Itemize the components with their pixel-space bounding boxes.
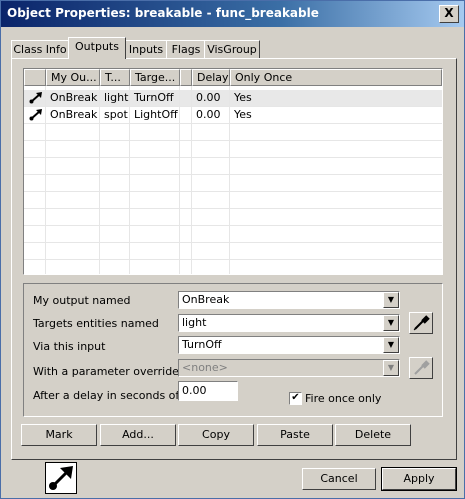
tab-flags[interactable]: Flags	[166, 40, 206, 58]
chevron-down-icon: ▼	[383, 360, 399, 376]
list-row[interactable]: OnBreak light TurnOff 0.00 Yes	[24, 90, 442, 106]
row-delay: 0.00	[196, 108, 221, 121]
targets-label: Targets entities named	[33, 317, 159, 330]
output-combo[interactable]: OnBreak ▼	[178, 291, 400, 309]
input-value: TurnOff	[182, 338, 222, 351]
tab-class-info[interactable]: Class Info	[11, 40, 69, 58]
parameter-value: <none>	[182, 361, 228, 374]
parameter-combo: <none> ▼	[178, 359, 400, 377]
output-label: My output named	[33, 294, 131, 307]
chevron-down-icon[interactable]: ▼	[383, 315, 399, 331]
row-only-once: Yes	[234, 108, 252, 121]
output-arrow-icon	[29, 92, 42, 104]
targets-combo[interactable]: light ▼	[178, 314, 400, 332]
delete-button[interactable]: Delete	[335, 424, 411, 446]
add-button[interactable]: Add...	[100, 424, 176, 446]
grid-line	[229, 86, 230, 274]
paste-button[interactable]: Paste	[257, 424, 333, 446]
column-target-input[interactable]: Targe...	[130, 69, 180, 86]
grid-line	[24, 174, 442, 175]
copy-button[interactable]: Copy	[178, 424, 254, 446]
object-properties-window: Object Properties: breakable - func_brea…	[0, 0, 465, 499]
grid-line	[24, 208, 442, 209]
targets-value: light	[182, 316, 207, 329]
column-my-output[interactable]: My Ou...	[46, 69, 100, 86]
grid-line	[179, 86, 180, 274]
grid-line	[24, 242, 442, 243]
row-target: light	[104, 91, 129, 104]
column-delay[interactable]: Delay	[192, 69, 230, 86]
grid-line	[24, 259, 442, 260]
tab-outputs[interactable]: Outputs	[68, 37, 126, 59]
column-only-once[interactable]: Only Once	[230, 69, 442, 86]
eyedropper-icon	[413, 315, 430, 331]
tab-visgroup[interactable]: VisGroup	[204, 40, 260, 58]
cancel-button[interactable]: Cancel	[302, 468, 376, 490]
grid-line	[24, 123, 442, 124]
grid-line	[24, 140, 442, 141]
grid-line	[129, 86, 130, 274]
fire-once-label: Fire once only	[305, 392, 382, 405]
column-target[interactable]: T...	[100, 69, 130, 86]
input-label: Via this input	[33, 340, 106, 353]
delay-input[interactable]: 0.00	[178, 381, 238, 401]
row-delay: 0.00	[196, 91, 221, 104]
list-header: My Ou... T... Targe... Delay Only Once	[24, 69, 442, 86]
chevron-down-icon[interactable]: ▼	[383, 337, 399, 353]
title-bar[interactable]: Object Properties: breakable - func_brea…	[1, 1, 464, 27]
apply-button[interactable]: Apply	[381, 467, 457, 491]
row-target: spot	[104, 108, 128, 121]
mark-button[interactable]: Mark	[21, 424, 97, 446]
grid-line	[99, 86, 100, 274]
grid-line	[24, 106, 442, 107]
grid-line	[24, 191, 442, 192]
eyedropper-icon	[414, 360, 430, 375]
row-output: OnBreak	[50, 91, 98, 104]
row-input: LightOff	[134, 108, 178, 121]
fire-once-checkbox[interactable]: ✔	[289, 392, 302, 405]
output-arrow-icon	[45, 462, 77, 494]
grid-line	[24, 225, 442, 226]
close-button[interactable]: X	[439, 5, 459, 23]
parameter-label: With a parameter override of	[33, 365, 194, 378]
column-parameter[interactable]	[180, 69, 192, 86]
outputs-list[interactable]: My Ou... T... Targe... Delay Only Once O…	[23, 68, 443, 275]
row-input: TurnOff	[134, 91, 174, 104]
tab-inputs[interactable]: Inputs	[124, 40, 168, 58]
chevron-down-icon[interactable]: ▼	[383, 292, 399, 308]
grid-line	[191, 86, 192, 274]
list-row[interactable]: OnBreak spot LightOff 0.00 Yes	[24, 107, 442, 123]
parameter-picker-button	[409, 357, 433, 379]
grid-line	[24, 157, 442, 158]
row-output: OnBreak	[50, 108, 98, 121]
window-title: Object Properties: breakable - func_brea…	[7, 6, 319, 20]
row-only-once: Yes	[234, 91, 252, 104]
column-icon[interactable]	[24, 69, 46, 86]
output-value: OnBreak	[182, 293, 230, 306]
entity-picker-button[interactable]	[409, 312, 433, 334]
input-combo[interactable]: TurnOff ▼	[178, 336, 400, 354]
grid-line	[45, 86, 46, 274]
delay-label: After a delay in seconds of	[33, 389, 180, 402]
output-arrow-icon	[29, 109, 42, 121]
